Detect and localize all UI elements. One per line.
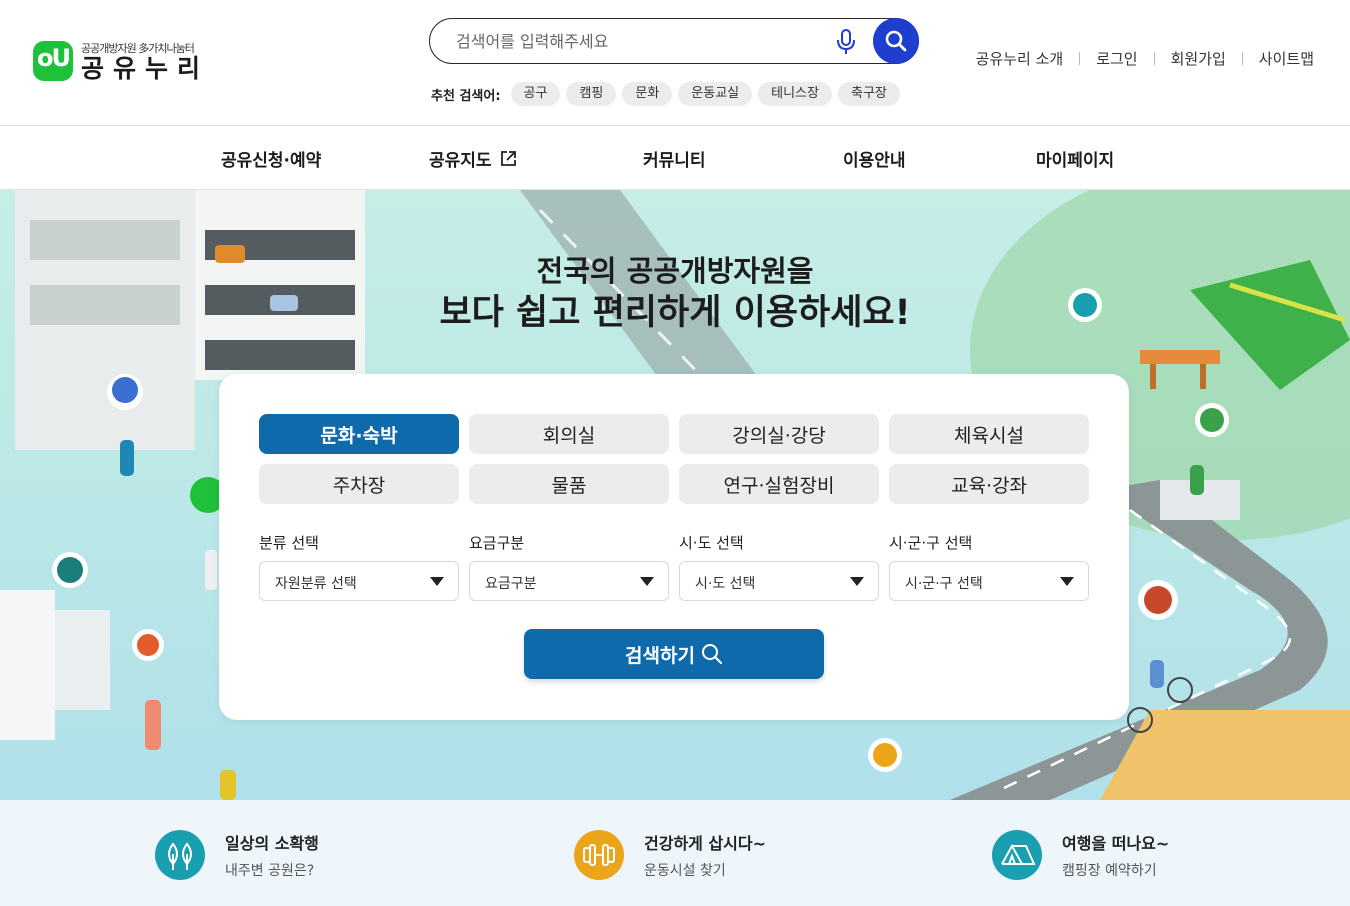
- search-button[interactable]: [873, 18, 919, 64]
- tab-research-equipment[interactable]: 연구·실험장비: [679, 464, 879, 504]
- util-link-signup[interactable]: 회원가입: [1171, 48, 1226, 69]
- logo-mark-icon: oU: [33, 41, 73, 82]
- divider: [1079, 52, 1081, 65]
- util-link-sitemap[interactable]: 사이트맵: [1259, 48, 1314, 69]
- util-link-login[interactable]: 로그인: [1096, 48, 1137, 69]
- caret-down-icon: [1060, 577, 1074, 586]
- tab-lecture-hall[interactable]: 강의실·강당: [679, 414, 879, 454]
- search-icon: [701, 644, 723, 665]
- filter-category: 분류 선택 자원분류 선택: [259, 532, 459, 601]
- search-icon: [885, 30, 907, 52]
- tree-icon: [155, 830, 205, 880]
- microphone-icon[interactable]: [834, 28, 858, 56]
- recommend-label: 추천 검색어:: [431, 88, 501, 104]
- keyword-chip[interactable]: 운동교실: [678, 82, 753, 106]
- province-select[interactable]: 시·도 선택: [679, 561, 879, 601]
- keyword-chip[interactable]: 캠핑: [566, 82, 617, 106]
- dumbbell-icon: [574, 830, 624, 880]
- map-pin-icon: [132, 629, 164, 661]
- filter-province: 시·도 선택 시·도 선택: [679, 532, 879, 601]
- caret-down-icon: [430, 577, 444, 586]
- caret-down-icon: [850, 577, 864, 586]
- search-input[interactable]: [456, 27, 836, 55]
- quick-link-park[interactable]: 일상의 소확행 내주변 공원은?: [155, 830, 319, 880]
- nav-item-mypage[interactable]: 마이페이지: [1036, 146, 1114, 171]
- tab-education-course[interactable]: 교육·강좌: [889, 464, 1089, 504]
- search-filters: 분류 선택 자원분류 선택 요금구분 요금구분 시·도 선택 시·도 선택 시·…: [259, 532, 1089, 601]
- filter-district: 시·군·구 선택 시·군·구 선택: [889, 532, 1089, 601]
- nav-item-community[interactable]: 커뮤니티: [643, 146, 706, 171]
- site-header: oU 공공개방자원 多가치나눔터 공유누리 추천 검색어: 공구 캠핑 문화 운…: [0, 0, 1350, 125]
- category-tabs: 문화·숙박 회의실 강의실·강당 체육시설 주차장 물품 연구·실험장비 교육·…: [259, 414, 1089, 504]
- site-logo[interactable]: oU 공공개방자원 多가치나눔터 공유누리: [33, 40, 209, 82]
- nav-item-map[interactable]: 공유지도: [429, 146, 517, 171]
- category-select[interactable]: 자원분류 선택: [259, 561, 459, 601]
- keyword-chip[interactable]: 공구: [510, 82, 561, 106]
- filter-label: 요금구분: [469, 534, 525, 552]
- tab-meeting-room[interactable]: 회의실: [469, 414, 669, 454]
- quick-links: 일상의 소확행 내주변 공원은? 건강하게 삽시다~ 운동시설 찾기 여행을 떠…: [0, 800, 1350, 906]
- quick-link-camping[interactable]: 여행을 떠나요~ 캠핑장 예약하기: [992, 830, 1169, 880]
- resource-search-panel: 문화·숙박 회의실 강의실·강당 체육시설 주차장 물품 연구·실험장비 교육·…: [219, 374, 1129, 720]
- nav-item-guide[interactable]: 이용안내: [843, 146, 906, 171]
- main-navigation: 공유신청·예약 공유지도 커뮤니티 이용안내 마이페이지: [0, 125, 1350, 190]
- recommended-keywords: 추천 검색어: 공구 캠핑 문화 운동교실 테니스장 축구장: [431, 82, 900, 106]
- filter-label: 분류 선택: [259, 534, 319, 552]
- filter-label: 시·도 선택: [679, 534, 744, 552]
- divider: [1241, 52, 1243, 65]
- resource-search-button[interactable]: 검색하기: [524, 629, 824, 679]
- district-select[interactable]: 시·군·구 선택: [889, 561, 1089, 601]
- tab-goods[interactable]: 물품: [469, 464, 669, 504]
- caret-down-icon: [640, 577, 654, 586]
- keyword-chip[interactable]: 문화: [622, 82, 673, 106]
- hero-section: 전국의 공공개방자원을 보다 쉽고 편리하게 이용하세요! 문화·숙박 회의실 …: [0, 190, 1350, 800]
- fee-select[interactable]: 요금구분: [469, 561, 669, 601]
- filter-fee: 요금구분 요금구분: [469, 532, 669, 601]
- map-pin-icon: [1195, 403, 1229, 437]
- logo-title: 공유누리: [81, 54, 210, 83]
- map-pin-icon: [52, 552, 88, 588]
- tab-culture-lodging[interactable]: 문화·숙박: [259, 414, 459, 454]
- quick-link-sports[interactable]: 건강하게 삽시다~ 운동시설 찾기: [574, 830, 766, 880]
- map-pin-icon: [1138, 580, 1178, 620]
- nav-item-apply[interactable]: 공유신청·예약: [221, 146, 321, 171]
- utility-links: 공유누리 소개 로그인 회원가입 사이트맵: [976, 48, 1314, 69]
- keyword-chip[interactable]: 축구장: [837, 82, 900, 106]
- hero-title-line2: 보다 쉽고 편리하게 이용하세요!: [439, 293, 911, 333]
- tab-sports-facility[interactable]: 체육시설: [889, 414, 1089, 454]
- search-box: [429, 18, 919, 64]
- map-pin-icon: [868, 738, 902, 772]
- keyword-chip[interactable]: 테니스장: [758, 82, 832, 106]
- tab-parking[interactable]: 주차장: [259, 464, 459, 504]
- tent-icon: [992, 830, 1042, 880]
- util-link-about[interactable]: 공유누리 소개: [976, 48, 1064, 69]
- external-link-icon: [500, 151, 516, 166]
- divider: [1153, 52, 1155, 65]
- filter-label: 시·군·구 선택: [889, 534, 973, 552]
